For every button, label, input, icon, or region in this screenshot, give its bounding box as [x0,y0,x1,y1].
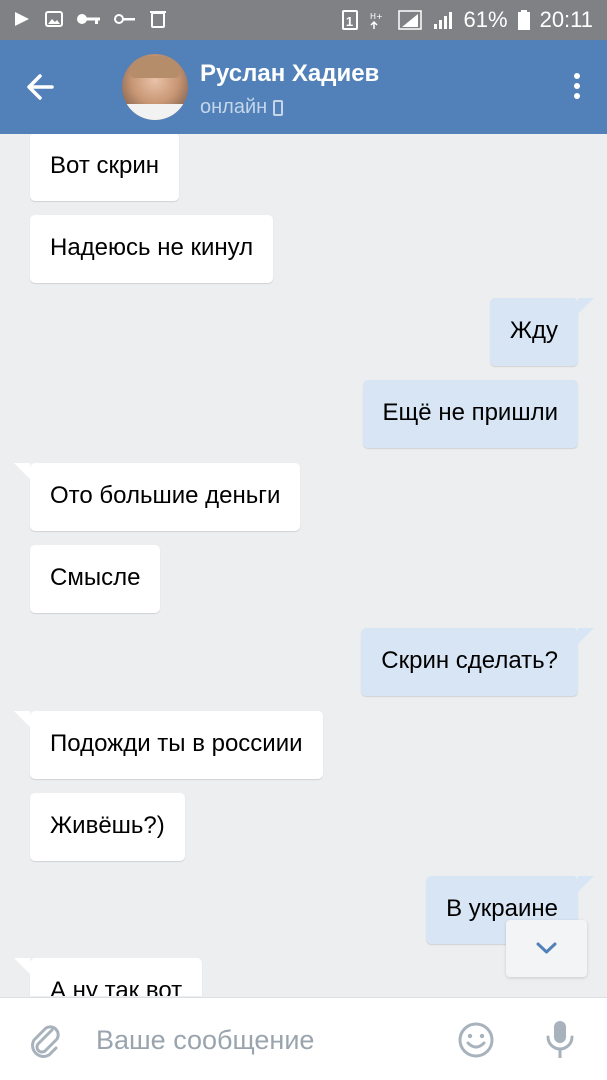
message-list[interactable]: Вот скрин Надеюсь не кинул Жду Ещё не пр… [0,134,607,996]
message-text: Ещё не пришли [382,399,558,426]
message-incoming[interactable]: Вот скрин [30,134,179,201]
paperclip-icon[interactable] [26,1020,66,1060]
signal-sim1-icon [397,10,422,30]
message-text: Скрин сделать? [381,647,558,674]
bubble-tail [14,711,30,727]
message-incoming[interactable]: Подожди ты в россиии [14,711,323,779]
avatar-shirt [122,104,188,120]
message-text: Подожди ты в россиии [50,730,303,757]
message-outgoing[interactable]: Жду [489,298,594,366]
chat-header: Руслан Хадиев онлайн [0,40,607,134]
message-incoming[interactable]: Ото большие деньги [14,463,301,531]
message-incoming[interactable]: А ну так вот [14,958,203,996]
bubble-tail [14,958,30,974]
bubble-tail [578,628,594,644]
message-text: Надеюсь не кинул [50,234,254,261]
message-incoming[interactable]: Надеюсь не кинул [30,215,274,283]
avatar-hair [130,56,180,78]
recycle-icon [150,11,166,28]
message-text: В украине [446,895,558,922]
chevron-down-icon [536,942,557,954]
message-text: Живёшь?) [50,812,165,839]
system-indicators: 1 H+ 61% 20:11 [341,7,593,33]
back-arrow-icon[interactable] [18,65,62,109]
notification-icons [12,9,168,29]
gallery-icon [45,11,63,27]
message-composer [0,997,607,1080]
message-text: Вот скрин [50,152,159,179]
message-incoming[interactable]: Смысле [30,545,161,613]
scroll-to-bottom-button[interactable] [506,920,587,977]
clock: 20:11 [539,7,593,32]
message-outgoing[interactable]: Ещё не пришли [362,380,578,448]
online-status-label: онлайн [200,96,268,118]
play-icon [15,12,29,26]
svg-text:H+: H+ [370,12,383,21]
bubble-tail [14,463,30,479]
sim-badge: 1 [341,10,358,30]
status-bar: 1 H+ 61% 20:11 [0,0,607,40]
bubble-tail [578,876,594,892]
more-vertical-icon[interactable] [567,70,587,104]
message-text: Смысле [50,564,141,591]
microphone-icon[interactable] [543,1018,577,1062]
emoji-icon[interactable] [456,1020,496,1060]
bubble-tail [578,298,594,314]
battery-icon [517,10,530,30]
message-text: Ото большие деньги [50,482,281,509]
contact-name[interactable]: Руслан Хадиев [200,60,379,88]
message-incoming[interactable]: Живёшь?) [30,793,185,861]
key-icon [77,14,100,24]
message-text: Жду [509,317,558,344]
online-status: онлайн [200,96,284,119]
avatar[interactable] [122,54,188,120]
message-text: А ну так вот [50,977,183,996]
message-outgoing[interactable]: Скрин сделать? [361,628,594,696]
phone-icon [273,99,284,116]
vpn-key-icon [114,14,135,24]
message-input[interactable] [96,1018,436,1062]
network-type-icon: H+ [370,12,383,29]
signal-sim2-icon [433,12,452,29]
battery-percent: 61% [463,7,508,32]
